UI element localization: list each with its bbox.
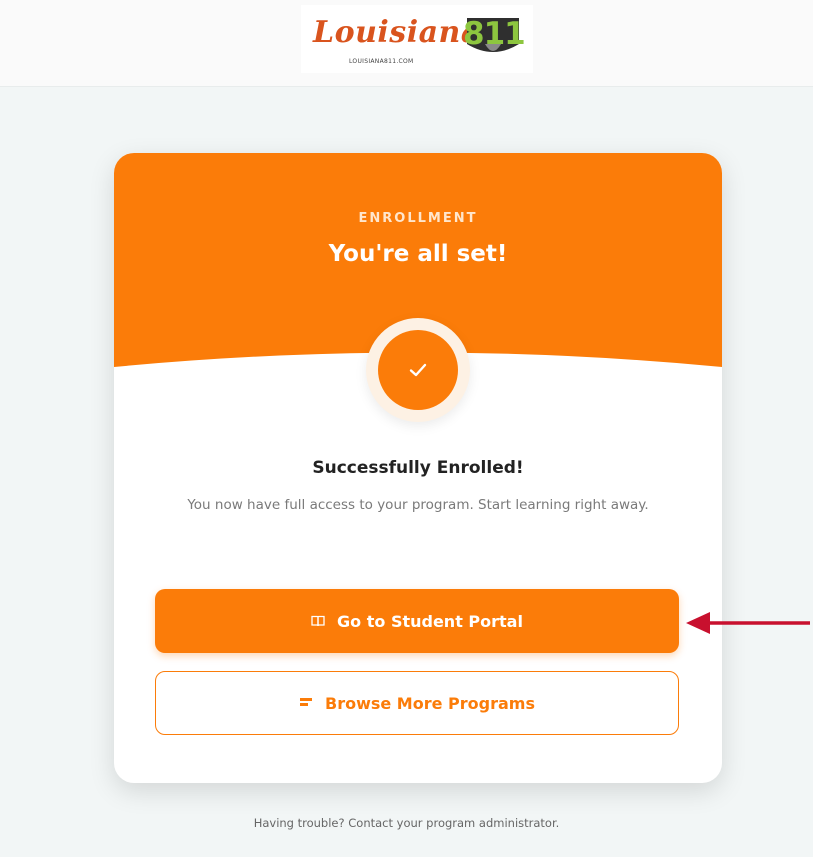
enrollment-card: ENROLLMENT You're all set! Successfully … [114,153,722,783]
success-description: You now have full access to your program… [187,497,649,513]
logo-badge-number: 811 [463,16,526,52]
success-circle [378,330,458,410]
annotation-arrow-icon [686,612,810,634]
book-icon [311,615,325,627]
enrollment-eyebrow: ENROLLMENT [358,211,478,226]
card-title: You're all set! [328,241,508,267]
go-to-student-portal-label: Go to Student Portal [337,611,523,631]
logo-badge: 811 [463,14,526,60]
top-bar: Louisiana 811 LOUISIANA811.COM [0,0,813,87]
go-to-student-portal-button[interactable]: Go to Student Portal [155,589,679,653]
louisiana-811-logo[interactable]: Louisiana 811 LOUISIANA811.COM [301,5,533,73]
success-title: Successfully Enrolled! [312,458,524,478]
help-footer: Having trouble? Contact your program adm… [253,816,560,830]
browse-more-programs-button[interactable]: Browse More Programs [155,671,679,735]
success-badge [366,318,470,422]
browse-more-programs-label: Browse More Programs [325,693,535,713]
logo-url: LOUISIANA811.COM [349,58,414,65]
logo-wordmark: Louisiana [313,15,481,50]
check-icon [409,363,427,377]
list-icon [299,697,313,709]
